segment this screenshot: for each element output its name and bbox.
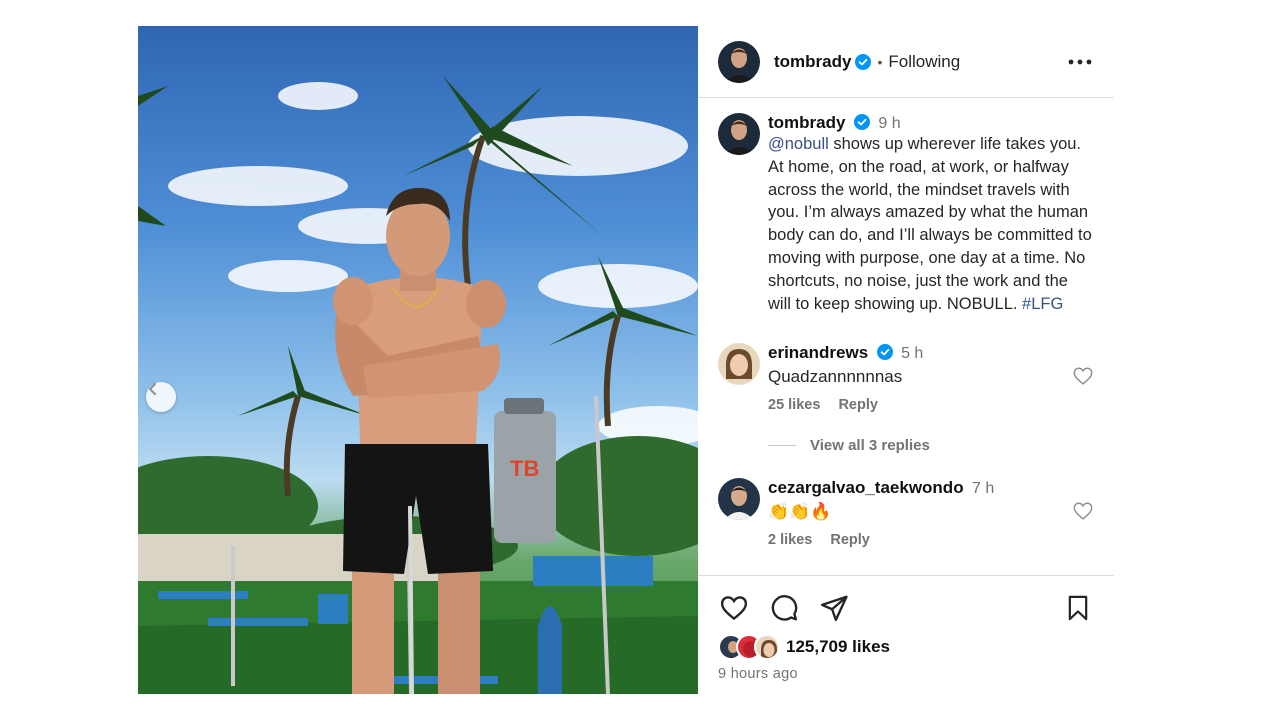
send-icon xyxy=(820,595,848,622)
comment-time: 5 h xyxy=(901,345,924,363)
more-options-button[interactable] xyxy=(1066,48,1094,76)
comment-content: cezargalvao_taekwondo 7 h 👏👏🔥 2 likes Re… xyxy=(768,478,1064,548)
comment-username[interactable]: erinandrews xyxy=(768,343,868,362)
author-avatar[interactable] xyxy=(718,40,760,83)
liker-avatars xyxy=(718,634,784,660)
likes-count[interactable]: 125,709 likes xyxy=(786,637,890,657)
post-actions-area: 125,709 likes 9 hours ago xyxy=(698,575,1114,694)
more-horizontal-icon xyxy=(1068,59,1092,64)
comment-reply-button[interactable]: Reply xyxy=(830,532,870,548)
like-button[interactable] xyxy=(718,592,750,624)
comment-reply-button[interactable]: Reply xyxy=(838,397,878,413)
comment-content: erinandrews 5 h Quadzannnnnnas 25 likes … xyxy=(768,343,1064,413)
caption-row: tombrady 9 h @nobull shows up wherever l… xyxy=(718,113,1094,315)
post-photo[interactable]: TB xyxy=(138,26,698,694)
chevron-left-icon xyxy=(149,383,156,395)
post-timestamp[interactable]: 9 hours ago xyxy=(718,666,1094,682)
comment-button[interactable] xyxy=(768,592,800,624)
likes-summary[interactable]: 125,709 likes xyxy=(718,634,1094,660)
comment-meta: 2 likes Reply xyxy=(768,532,1064,548)
caption-time: 9 h xyxy=(878,115,901,132)
author-username[interactable]: tombrady xyxy=(774,52,851,72)
comment-text: 👏👏🔥 xyxy=(768,502,832,522)
verified-badge-icon xyxy=(855,53,872,70)
comment-row: cezargalvao_taekwondo 7 h 👏👏🔥 2 likes Re… xyxy=(718,478,1094,548)
instagram-post: TB tombrady • Following tombrady 9 h @no… xyxy=(138,26,1114,694)
comment-icon xyxy=(771,595,798,621)
comment-like-heart-icon[interactable] xyxy=(1072,365,1094,387)
verified-badge-icon xyxy=(876,344,893,361)
commenter-avatar[interactable] xyxy=(718,478,760,521)
view-replies-label: View all 3 replies xyxy=(810,437,930,455)
action-bar xyxy=(718,576,1094,640)
verified-badge-icon xyxy=(853,114,870,130)
post-side-panel: tombrady • Following tombrady 9 h @nobul… xyxy=(698,26,1114,694)
caption-mention-link[interactable]: @nobull xyxy=(768,135,829,153)
caption-author-avatar[interactable] xyxy=(718,113,760,155)
caption-text: @nobull shows up wherever life takes you… xyxy=(768,133,1094,315)
caption-hashtag-link[interactable]: #LFG xyxy=(1022,295,1063,313)
replies-divider-line xyxy=(768,445,796,447)
share-button[interactable] xyxy=(818,592,850,624)
comment-meta: 25 likes Reply xyxy=(768,397,1064,413)
comment-username[interactable]: cezargalvao_taekwondo xyxy=(768,478,964,497)
comment-likes[interactable]: 2 likes xyxy=(768,532,812,548)
liker-avatar xyxy=(754,634,780,660)
previous-image-button[interactable] xyxy=(146,382,176,412)
comments-section[interactable]: tombrady 9 h @nobull shows up wherever l… xyxy=(698,99,1114,575)
comment-row: erinandrews 5 h Quadzannnnnnas 25 likes … xyxy=(718,343,1094,413)
separator-dot: • xyxy=(877,53,883,70)
post-header: tombrady • Following xyxy=(698,26,1114,98)
comment-likes[interactable]: 25 likes xyxy=(768,397,820,413)
photo-illustration: TB xyxy=(138,76,698,694)
bottle-logo: TB xyxy=(510,456,539,481)
commenter-avatar[interactable] xyxy=(718,343,760,386)
caption-username[interactable]: tombrady xyxy=(768,113,845,132)
bookmark-icon xyxy=(1068,595,1088,621)
caption-content: tombrady 9 h @nobull shows up wherever l… xyxy=(768,113,1094,315)
save-button[interactable] xyxy=(1062,592,1094,624)
following-button[interactable]: Following xyxy=(888,52,960,72)
caption-body: shows up wherever life takes you. At hom… xyxy=(768,135,1097,313)
view-replies-button[interactable]: View all 3 replies xyxy=(768,437,1094,454)
heart-icon xyxy=(720,596,748,621)
comment-time: 7 h xyxy=(972,480,995,498)
comment-like-heart-icon[interactable] xyxy=(1072,500,1094,522)
comment-text: Quadzannnnnnas xyxy=(768,367,903,387)
